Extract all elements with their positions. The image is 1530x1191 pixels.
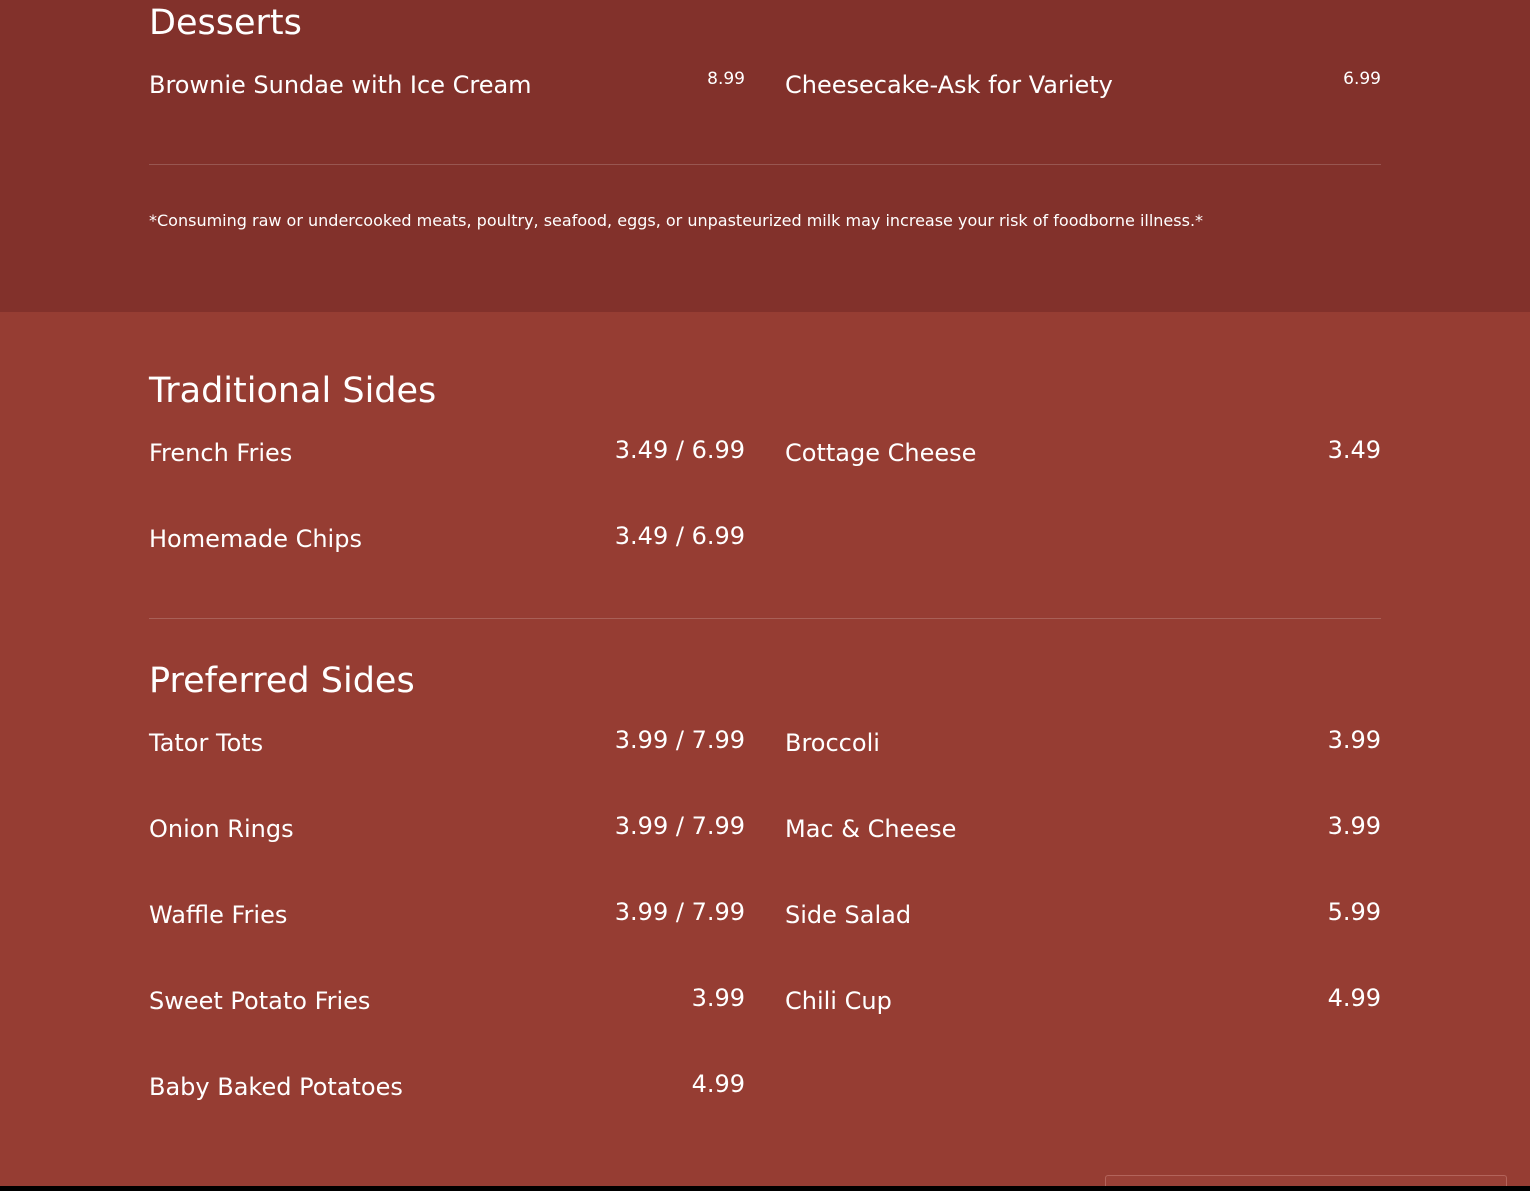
menu-item-price: 4.99 <box>1327 984 1381 1012</box>
menu-item: Cottage Cheese 3.49 <box>785 433 1381 473</box>
menu-item: Cheesecake-Ask for Variety 6.99 <box>785 65 1381 105</box>
menu-item-name: Onion Rings <box>149 815 294 843</box>
menu-item: Side Salad 5.99 <box>785 895 1381 935</box>
menu-item-name: French Fries <box>149 439 293 467</box>
menu-item: Mac & Cheese 3.99 <box>785 809 1381 849</box>
menu-item-name: Mac & Cheese <box>785 815 957 843</box>
menu-item: Homemade Chips 3.49 / 6.99 <box>149 519 745 559</box>
preferred-sides-title: Preferred Sides <box>149 661 415 701</box>
menu-item-price: 4.99 <box>691 1070 745 1098</box>
menu-item-name: Tator Tots <box>149 729 264 757</box>
menu-item-price: 5.99 <box>1327 898 1381 926</box>
menu-item-name: Side Salad <box>785 901 912 929</box>
menu-item-price: 3.99 / 7.99 <box>614 812 745 840</box>
desserts-section-background <box>0 0 1530 312</box>
menu-item-price: 3.49 / 6.99 <box>614 522 745 550</box>
menu-item: Sweet Potato Fries 3.99 <box>149 981 745 1021</box>
traditional-sides-title: Traditional Sides <box>149 371 437 411</box>
menu-item-name: Cottage Cheese <box>785 439 977 467</box>
menu-item: Baby Baked Potatoes 4.99 <box>149 1067 745 1107</box>
menu-item-name: Homemade Chips <box>149 525 362 553</box>
menu-item: Onion Rings 3.99 / 7.99 <box>149 809 745 849</box>
menu-item-name: Broccoli <box>785 729 880 757</box>
section-divider <box>149 164 1381 165</box>
menu-item: Broccoli 3.99 <box>785 723 1381 763</box>
menu-item-price: 6.99 <box>1343 69 1381 89</box>
menu-item-name: Cheesecake-Ask for Variety <box>785 71 1113 99</box>
menu-item-name: Sweet Potato Fries <box>149 987 371 1015</box>
menu-item-price: 3.49 <box>1327 436 1381 464</box>
menu-item: French Fries 3.49 / 6.99 <box>149 433 745 473</box>
menu-item-price: 3.99 <box>691 984 745 1012</box>
menu-item-price: 3.49 / 6.99 <box>614 436 745 464</box>
menu-item-name: Waffle Fries <box>149 901 288 929</box>
menu-item-price: 3.99 <box>1327 726 1381 754</box>
menu-item: Brownie Sundae with Ice Cream 8.99 <box>149 65 745 105</box>
menu-item: Waffle Fries 3.99 / 7.99 <box>149 895 745 935</box>
menu-item-name: Chili Cup <box>785 987 892 1015</box>
menu-item-price: 3.99 / 7.99 <box>614 726 745 754</box>
viewport-bottom-edge <box>0 1186 1530 1191</box>
menu-item: Chili Cup 4.99 <box>785 981 1381 1021</box>
food-safety-notice: *Consuming raw or undercooked meats, pou… <box>149 211 1204 230</box>
menu-item-name: Baby Baked Potatoes <box>149 1073 403 1101</box>
desserts-title: Desserts <box>149 3 302 43</box>
menu-item-price: 3.99 / 7.99 <box>614 898 745 926</box>
menu-item-price: 3.99 <box>1327 812 1381 840</box>
menu-page: Desserts Brownie Sundae with Ice Cream 8… <box>0 0 1530 1191</box>
menu-item-price: 8.99 <box>707 69 745 89</box>
menu-item: Tator Tots 3.99 / 7.99 <box>149 723 745 763</box>
menu-item-name: Brownie Sundae with Ice Cream <box>149 71 532 99</box>
section-divider <box>149 618 1381 619</box>
